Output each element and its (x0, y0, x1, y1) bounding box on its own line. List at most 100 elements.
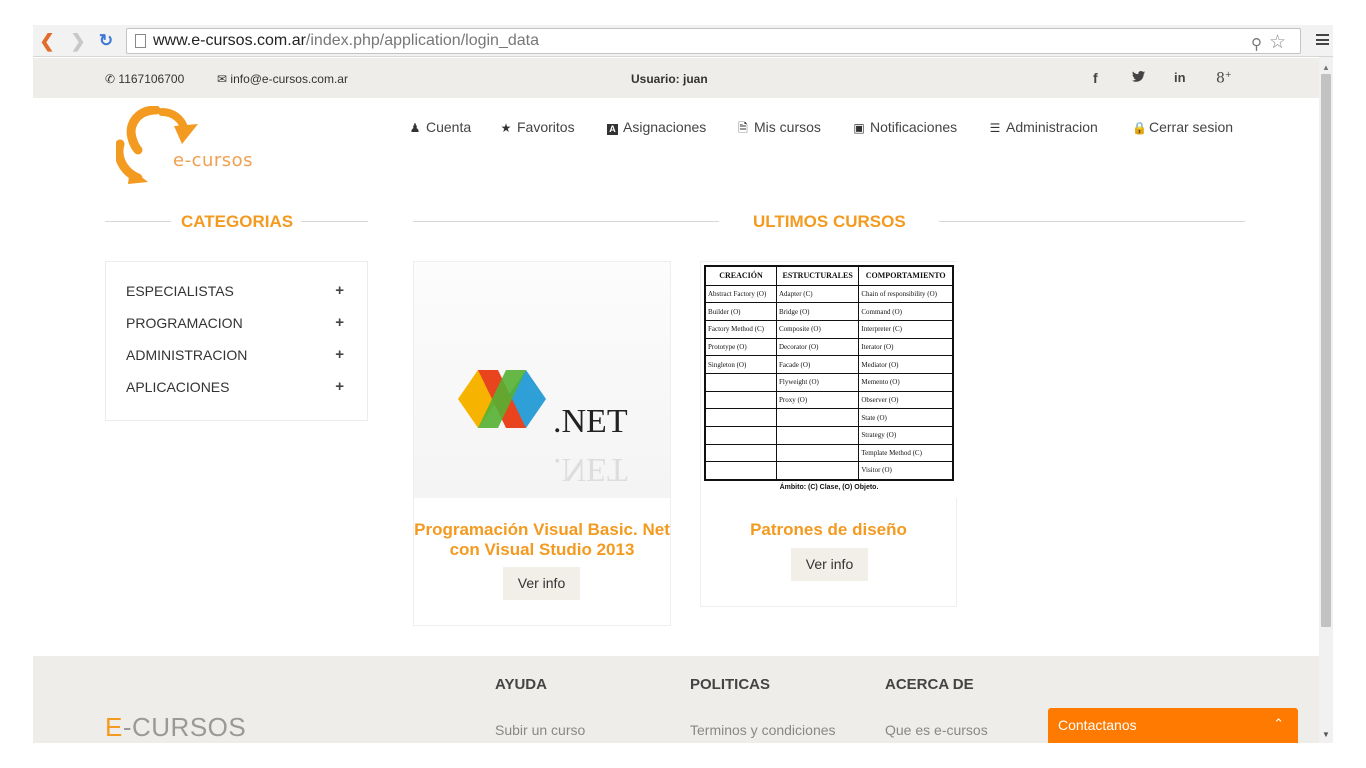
table-cell (775, 461, 860, 481)
scroll-down-icon[interactable]: ▼ (1322, 730, 1330, 739)
nav-label: Administracion (1006, 119, 1098, 135)
twitter-icon[interactable] (1132, 70, 1145, 86)
plus-icon[interactable]: + (335, 282, 344, 299)
table-row: Prototype (O) Decorator (O) Iterator (O) (704, 337, 954, 357)
scroll-thumb[interactable] (1321, 74, 1331, 627)
menu-icon[interactable] (1316, 34, 1329, 45)
category-label[interactable]: PROGRAMACION (126, 315, 243, 331)
visual-studio-logo (458, 370, 546, 428)
table-footnote: Ámbito: (C) Clase, (O) Objeto. (779, 484, 879, 491)
scrollbar[interactable]: ▲ ▼ (1319, 57, 1333, 743)
user-label: Usuario: juan (631, 72, 708, 86)
email-info[interactable]: ✉ info@e-cursos.com.ar (217, 72, 348, 86)
footer-link[interactable]: Que es e-cursos (885, 722, 988, 738)
table-cell (704, 390, 777, 410)
table-cell: Visitor (O) (858, 461, 954, 481)
table-cell: Adapter (C) (775, 284, 860, 304)
course-image[interactable]: .NET .NET (414, 262, 670, 498)
ver-info-button[interactable]: Ver info (791, 548, 868, 581)
courses-title: ULTIMOS CURSOS (753, 212, 906, 231)
course-title[interactable]: Patrones de diseño (701, 520, 956, 540)
googleplus-icon[interactable]: 8+ (1216, 70, 1232, 87)
table-cell (704, 408, 777, 427)
nav-label: Favoritos (517, 119, 575, 135)
browser-toolbar: ❮ ❯ ↻ www.e-cursos.com.ar/index.php/appl… (33, 25, 1333, 57)
divider (105, 221, 171, 222)
course-card: CREACIÓN ESTRUCTURALES COMPORTAMIENTO Ab… (700, 261, 957, 607)
logo[interactable] (114, 105, 256, 184)
divider (939, 221, 1245, 222)
table-cell: Template Method (C) (858, 443, 954, 463)
table-row: State (O) (704, 408, 954, 427)
footer-brand-e: E (105, 712, 123, 742)
table-cell: Decorator (O) (775, 337, 860, 357)
ver-info-button[interactable]: Ver info (503, 567, 580, 600)
nav-asignaciones[interactable]: A Asignaciones (607, 119, 706, 135)
linkedin-icon[interactable]: in (1174, 70, 1186, 85)
category-item[interactable]: ADMINISTRACION + (126, 346, 344, 367)
back-icon[interactable]: ❮ (37, 31, 57, 51)
plus-icon[interactable]: + (335, 378, 344, 395)
category-item[interactable]: PROGRAMACION + (126, 314, 344, 335)
table-cell: Chain of responsibility (O) (858, 284, 954, 304)
page-icon (135, 34, 146, 48)
plus-icon[interactable]: + (335, 314, 344, 331)
table-row: Proxy (O) Observer (O) (704, 390, 954, 410)
category-label[interactable]: ESPECIALISTAS (126, 283, 234, 299)
table-cell: Abstract Factory (O) (704, 284, 777, 304)
footer-link[interactable]: Subir un curso (495, 722, 585, 738)
file-icon: 🗎 (738, 121, 748, 135)
table-header: ESTRUCTURALES (775, 265, 860, 286)
category-label[interactable]: APLICACIONES (126, 379, 229, 395)
net-text: .NET (553, 403, 628, 440)
bookmark-star-icon[interactable]: ☆ (1269, 31, 1286, 53)
forward-icon[interactable]: ❯ (68, 31, 88, 51)
url-host: www.e-cursos.com.ar (153, 32, 306, 49)
category-item[interactable]: APLICACIONES + (126, 378, 344, 399)
table-cell: State (O) (858, 408, 954, 427)
phone-icon: ✆ (105, 72, 116, 86)
page: ❮ ❯ ↻ www.e-cursos.com.ar/index.php/appl… (0, 0, 1366, 768)
facebook-icon[interactable]: f (1093, 70, 1098, 86)
nav-notificaciones[interactable]: ▣ Notificaciones (853, 119, 957, 135)
divider (301, 221, 368, 222)
nav-favoritos[interactable]: ★ Favoritos (500, 119, 575, 135)
divider (413, 221, 719, 222)
table-cell: Iterator (O) (858, 337, 954, 357)
chevron-up-icon[interactable]: ⌃ (1273, 716, 1284, 732)
course-title[interactable]: Programación Visual Basic. Net con Visua… (414, 520, 670, 560)
plus-icon[interactable]: + (335, 346, 344, 363)
key-icon[interactable]: ⚲ (1251, 33, 1262, 53)
footer-brand: E-CURSOS (105, 712, 246, 743)
footer-heading-politicas: POLITICAS (690, 676, 771, 693)
course-image[interactable]: CREACIÓN ESTRUCTURALES COMPORTAMIENTO Ab… (701, 262, 957, 498)
nav-administracion[interactable]: ☰ Administracion (989, 119, 1098, 135)
email-address[interactable]: info@e-cursos.com.ar (230, 72, 348, 86)
contact-label[interactable]: Contactanos (1058, 717, 1137, 733)
table-cell: Flyweight (O) (775, 372, 860, 392)
table-row: Template Method (C) (704, 443, 954, 463)
table-cell: Interpreter (C) (858, 319, 954, 339)
nav-mis-cursos[interactable]: 🗎 Mis cursos (737, 119, 821, 140)
nav-label: Cerrar sesion (1149, 119, 1234, 135)
nav-cuenta[interactable]: ♟ Cuenta (409, 119, 472, 135)
nav-label: Asignaciones (623, 119, 707, 135)
table-cell (704, 426, 777, 445)
nav-cerrar-sesion[interactable]: 🔒 Cerrar sesion (1132, 119, 1233, 135)
patterns-table: CREACIÓN ESTRUCTURALES COMPORTAMIENTO Ab… (704, 265, 954, 481)
footer-link[interactable]: Terminos y condiciones (690, 722, 836, 738)
footer-heading-ayuda: AYUDA (495, 676, 547, 693)
table-row: Flyweight (O) Memento (O) (704, 372, 954, 392)
table-cell: Mediator (O) (858, 355, 954, 374)
contact-widget[interactable]: Contactanos ⌃ (1048, 708, 1298, 743)
reload-icon[interactable]: ↻ (96, 31, 116, 51)
phone-number: 1167106700 (118, 72, 185, 86)
category-label[interactable]: ADMINISTRACION (126, 347, 247, 363)
table-row: Abstract Factory (O) Adapter (C) Chain of … (704, 284, 954, 304)
address-bar[interactable]: www.e-cursos.com.ar/index.php/applicatio… (126, 28, 1301, 54)
table-header: CREACIÓN (704, 265, 777, 286)
category-item[interactable]: ESPECIALISTAS + (126, 282, 344, 303)
logo-text: e-cursos (173, 150, 254, 171)
scroll-up-icon[interactable]: ▲ (1322, 63, 1330, 72)
table-header: COMPORTAMIENTO (858, 265, 954, 286)
